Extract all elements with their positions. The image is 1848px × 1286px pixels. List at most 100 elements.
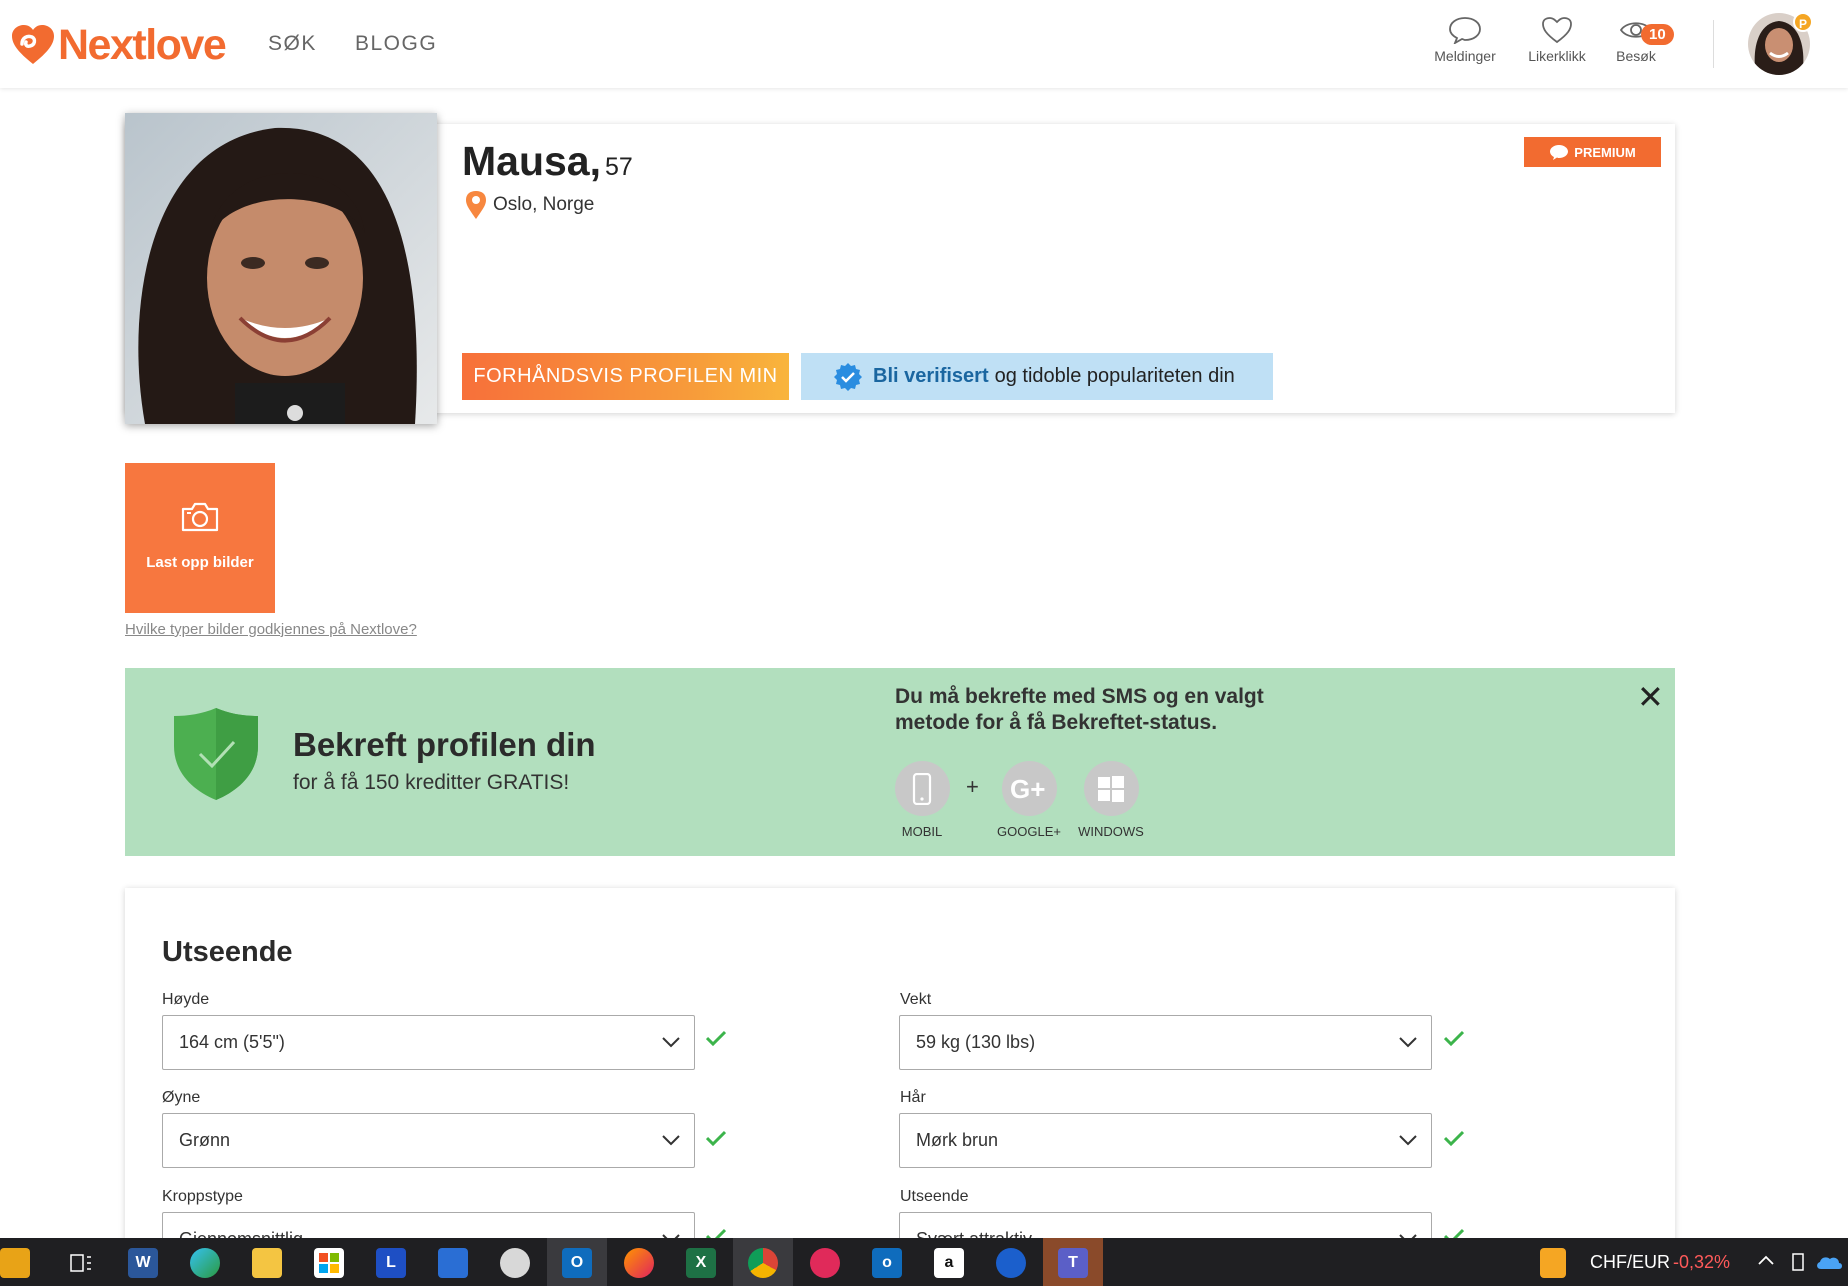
teams-icon[interactable]: T (1058, 1248, 1088, 1278)
visits-label: Besøk (1616, 48, 1656, 64)
appearance-title: Utseende (162, 936, 293, 968)
verify-google-button[interactable]: G+ GOOGLE+ (989, 761, 1069, 839)
ticker-icon (1540, 1248, 1566, 1278)
upload-label: Last opp bilder (146, 554, 254, 571)
height-value: 164 cm (5'5") (179, 1032, 285, 1052)
height-label: Høyde (162, 991, 210, 1008)
verify-banner-title: Bekreft profilen din (293, 726, 596, 763)
hair-label: Hår (900, 1089, 926, 1106)
verified-badge-icon (834, 362, 862, 391)
verify-windows-button[interactable]: WINDOWS (1071, 761, 1151, 839)
nextlove-logo[interactable]: Nextlove (10, 20, 227, 70)
weight-select[interactable]: 59 kg (130 lbs) (899, 1015, 1432, 1070)
get-verified-button[interactable]: Bli verifisert og tidoble populariteten … (801, 353, 1273, 400)
method-label-mobile: MOBIL (901, 824, 943, 839)
folder-icon[interactable] (252, 1248, 282, 1278)
chevron-down-icon (1399, 1135, 1417, 1146)
profile-age: 57 (605, 153, 633, 181)
windows-taskbar: W L O X o a T CHF/EUR -0,32% (0, 1238, 1848, 1286)
premium-badge: PREMIUM (1524, 137, 1661, 167)
google-plus-icon: G+ (1010, 776, 1045, 802)
verify-profile-banner: Bekreft profilen din for å få 150 kredit… (125, 668, 1675, 856)
currency-change: -0,32% (1673, 1252, 1731, 1272)
paint-icon[interactable] (500, 1248, 530, 1278)
store-icon[interactable] (314, 1248, 344, 1278)
verify-banner-subtitle: for å få 150 kreditter GRATIS! (293, 771, 570, 794)
checkmark-icon (706, 1030, 726, 1046)
checkmark-icon (706, 1130, 726, 1146)
header-divider (1713, 20, 1714, 68)
l-app-icon[interactable]: L (376, 1248, 406, 1278)
nav-search[interactable]: SØK (268, 32, 317, 56)
visits-button[interactable]: Besøk 10 (1591, 16, 1681, 64)
chevron-up-icon[interactable] (1758, 1254, 1774, 1266)
profile-location: Oslo, Norge (465, 190, 594, 220)
onedrive-icon[interactable] (1815, 1254, 1843, 1270)
profile-name: Mausa, 57 (462, 138, 633, 185)
photo-guidelines-link[interactable]: Hvilke typer bilder godkjennes på Nextlo… (125, 621, 417, 638)
verify-mobile-button[interactable]: MOBIL (882, 761, 962, 839)
looks-label: Utseende (900, 1188, 969, 1205)
weight-value: 59 kg (130 lbs) (916, 1032, 1036, 1052)
visits-count-badge: 10 (1641, 24, 1674, 45)
method-label-windows: WINDOWS (1078, 824, 1144, 839)
chevron-down-icon (662, 1135, 680, 1146)
vpn-icon[interactable] (996, 1248, 1026, 1278)
verify-rest-text: og tidoble populariteten din (994, 365, 1235, 387)
premium-label: PREMIUM (1574, 144, 1636, 160)
body-type-label: Kroppstype (162, 1188, 243, 1205)
file-explorer-icon[interactable] (0, 1248, 30, 1278)
nav-blog[interactable]: BLOGG (355, 32, 437, 56)
word-icon[interactable]: W (128, 1248, 158, 1278)
speech-bubble-icon (1550, 145, 1569, 160)
tray-device-icon[interactable] (1790, 1252, 1806, 1272)
checkmark-icon (1444, 1130, 1464, 1146)
preview-profile-button[interactable]: FORHÅNDSVIS PROFILEN MIN (462, 353, 789, 400)
profile-photo[interactable] (125, 113, 437, 424)
verify-bold-text: Bli verifisert (873, 365, 989, 387)
verify-banner-instructions: Du må bekrefte med SMS og en valgt metod… (895, 685, 1264, 734)
eyes-label: Øyne (162, 1089, 201, 1106)
task-view-icon[interactable] (66, 1248, 96, 1278)
profile-photo-image (125, 113, 437, 424)
likes-label: Likerklikk (1528, 48, 1586, 64)
edge-icon[interactable] (190, 1248, 220, 1278)
method-label-google: GOOGLE+ (997, 824, 1061, 839)
weight-label: Vekt (900, 991, 932, 1008)
hair-select[interactable]: Mørk brun (899, 1113, 1432, 1168)
upload-photos-button[interactable]: Last opp bilder (125, 463, 275, 613)
close-icon[interactable]: ✕ (1637, 678, 1664, 716)
excel-icon[interactable]: X (686, 1248, 716, 1278)
chat-bubble-icon (1449, 17, 1481, 44)
pink-app-icon[interactable] (810, 1248, 840, 1278)
amazon-icon[interactable]: a (934, 1248, 964, 1278)
eyes-select[interactable]: Grønn (162, 1113, 695, 1168)
plus-sign: + (966, 774, 979, 799)
chevron-down-icon (662, 1037, 680, 1048)
height-select[interactable]: 164 cm (5'5") (162, 1015, 695, 1070)
outlook-icon[interactable]: O (562, 1248, 592, 1278)
top-navbar: Nextlove SØK BLOGG Meldinger Likerklikk … (0, 0, 1848, 88)
phone-icon (912, 772, 932, 805)
chevron-down-icon (1399, 1037, 1417, 1048)
chrome-icon[interactable] (748, 1248, 778, 1278)
checkmark-icon (1444, 1030, 1464, 1046)
firefox-icon[interactable] (624, 1248, 654, 1278)
windows-icon (1098, 775, 1124, 802)
heart-logo-icon (12, 25, 54, 64)
heart-icon (1542, 17, 1572, 44)
likes-button[interactable]: Likerklikk (1512, 16, 1602, 64)
messages-button[interactable]: Meldinger (1420, 16, 1510, 64)
location-pin-icon (466, 191, 486, 219)
messages-label: Meldinger (1434, 48, 1496, 64)
currency-ticker[interactable]: CHF/EUR (1590, 1252, 1670, 1273)
shield-check-icon (174, 708, 258, 800)
profile-name-text: Mausa, (462, 138, 601, 184)
logo-text: Nextlove (58, 20, 227, 69)
scanner-icon[interactable] (438, 1248, 468, 1278)
hair-value: Mørk brun (916, 1130, 999, 1150)
eyes-value: Grønn (179, 1130, 231, 1150)
camera-icon (181, 502, 219, 532)
outlook-alt-icon[interactable]: o (872, 1248, 902, 1278)
svg-text:G+: G+ (1010, 776, 1045, 802)
